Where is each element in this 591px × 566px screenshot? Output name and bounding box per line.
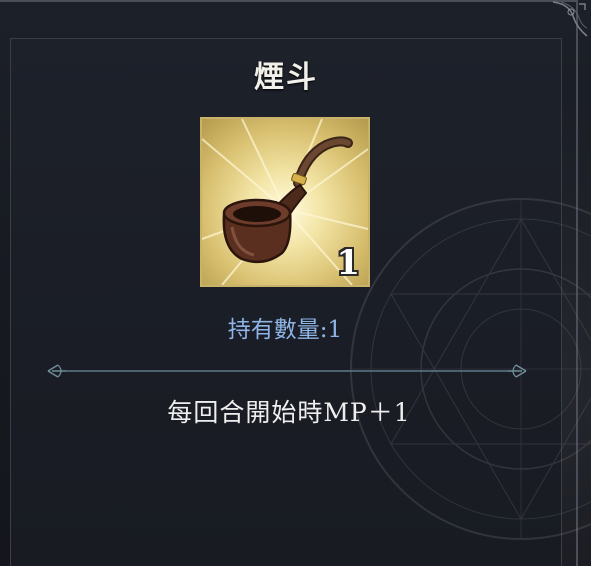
- owned-quantity-label: 持有數量:1: [227, 317, 343, 343]
- item-description: 每回合開始時MP＋1: [167, 398, 411, 427]
- item-detail-window: 煙斗 1 持有數量:1 每回合開始時MP＋1: [0, 0, 591, 566]
- item-stack-count: 1: [336, 243, 360, 283]
- ornamental-divider: [47, 364, 527, 378]
- item-icon-slot[interactable]: 1: [200, 117, 370, 287]
- item-title: 煙斗: [254, 60, 318, 95]
- corner-ornament-icon: [552, 1, 588, 37]
